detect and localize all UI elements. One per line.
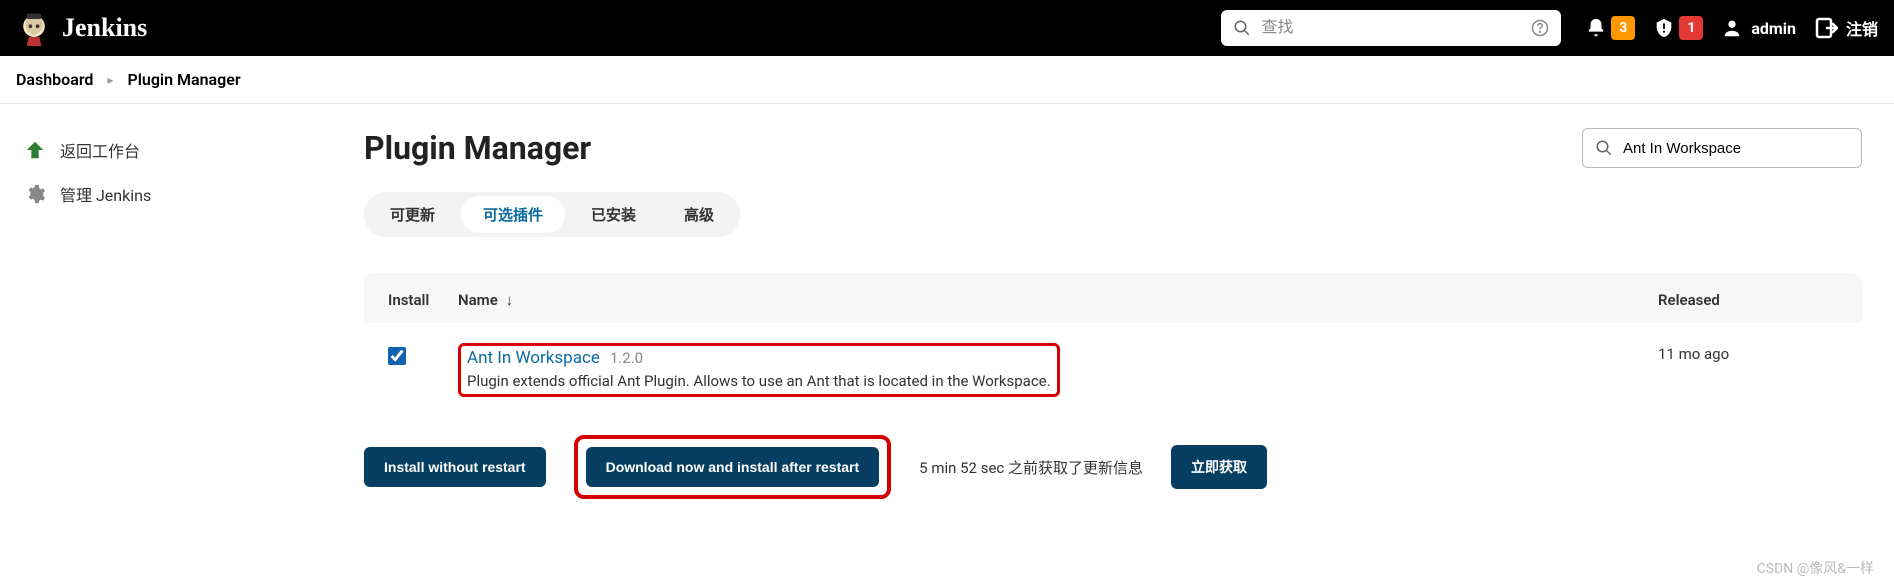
- breadcrumb-plugin-manager[interactable]: Plugin Manager: [127, 70, 240, 89]
- highlight-annotation: Ant In Workspace 1.2.0 Plugin extends of…: [458, 343, 1060, 397]
- plugin-checkbox-cell: [388, 343, 458, 369]
- download-install-restart-button[interactable]: Download now and install after restart: [586, 447, 880, 487]
- actions-row: Install without restart Download now and…: [364, 435, 1862, 499]
- highlight-annotation: Download now and install after restart: [574, 435, 892, 499]
- username: admin: [1751, 19, 1796, 38]
- topbar-right: 3 1 admin 注销: [1585, 16, 1878, 40]
- col-name[interactable]: Name ↓: [458, 291, 1658, 309]
- main-content: Plugin Manager 可更新 可选插件 已安装 高级 Install N…: [340, 104, 1894, 539]
- search-icon: [1595, 139, 1613, 157]
- notifications-badge: 3: [1611, 16, 1635, 40]
- col-released[interactable]: Released: [1658, 291, 1838, 309]
- plugin-filter-input[interactable]: [1623, 140, 1849, 157]
- alerts[interactable]: 1: [1653, 16, 1703, 40]
- chevron-right-icon: ▸: [107, 73, 113, 87]
- page-title: Plugin Manager: [364, 129, 591, 167]
- fetch-now-button[interactable]: 立即获取: [1171, 445, 1267, 489]
- plugin-released: 11 mo ago: [1658, 343, 1838, 363]
- table-row: Ant In Workspace 1.2.0 Plugin extends of…: [364, 323, 1862, 419]
- tabs: 可更新 可选插件 已安装 高级: [364, 192, 740, 237]
- sidebar-item-label: 返回工作台: [60, 138, 140, 162]
- plugin-name-link[interactable]: Ant In Workspace: [467, 348, 600, 368]
- plugin-version: 1.2.0: [610, 349, 643, 367]
- table-header: Install Name ↓ Released: [364, 273, 1862, 323]
- tab-updates[interactable]: 可更新: [368, 196, 457, 233]
- tab-installed[interactable]: 已安装: [569, 196, 658, 233]
- plugin-table: Install Name ↓ Released Ant In Workspace: [364, 273, 1862, 419]
- install-without-restart-button[interactable]: Install without restart: [364, 447, 546, 487]
- watermark: CSDN @像风&一样: [1757, 558, 1874, 578]
- gear-icon: [24, 183, 46, 205]
- top-bar: Jenkins 3 1 admin: [0, 0, 1894, 56]
- shield-alert-icon: [1653, 17, 1675, 39]
- search-icon: [1233, 19, 1251, 37]
- sort-down-icon: ↓: [506, 291, 514, 309]
- alerts-badge: 1: [1679, 16, 1703, 40]
- logo[interactable]: Jenkins: [16, 10, 147, 46]
- notifications[interactable]: 3: [1585, 16, 1635, 40]
- sidebar: 返回工作台 管理 Jenkins: [0, 104, 340, 539]
- search-box[interactable]: [1221, 10, 1561, 46]
- search-input[interactable]: [1261, 19, 1521, 37]
- app-name: Jenkins: [62, 13, 147, 43]
- plugin-checkbox[interactable]: [388, 347, 406, 365]
- user-menu[interactable]: admin: [1721, 17, 1796, 39]
- bell-icon: [1585, 17, 1607, 39]
- jenkins-logo-icon: [16, 10, 52, 46]
- logout-icon: [1814, 16, 1838, 40]
- sidebar-item-manage[interactable]: 管理 Jenkins: [12, 172, 328, 216]
- tab-available[interactable]: 可选插件: [461, 196, 565, 233]
- breadcrumb: Dashboard ▸ Plugin Manager: [0, 56, 1894, 104]
- plugin-filter[interactable]: [1582, 128, 1862, 168]
- help-icon[interactable]: [1531, 19, 1549, 37]
- plugin-description: Plugin extends official Ant Plugin. Allo…: [467, 372, 1051, 390]
- col-name-label: Name: [458, 291, 498, 309]
- logout-label: 注销: [1846, 16, 1878, 40]
- tab-advanced[interactable]: 高级: [662, 196, 736, 233]
- arrow-up-icon: [24, 139, 46, 161]
- logout-button[interactable]: 注销: [1814, 16, 1878, 40]
- sidebar-item-back[interactable]: 返回工作台: [12, 128, 328, 172]
- breadcrumb-dashboard[interactable]: Dashboard: [16, 70, 93, 89]
- update-info-text: 5 min 52 sec 之前获取了更新信息: [919, 457, 1143, 478]
- user-icon: [1721, 17, 1743, 39]
- sidebar-item-label: 管理 Jenkins: [60, 182, 151, 206]
- col-install[interactable]: Install: [388, 291, 458, 309]
